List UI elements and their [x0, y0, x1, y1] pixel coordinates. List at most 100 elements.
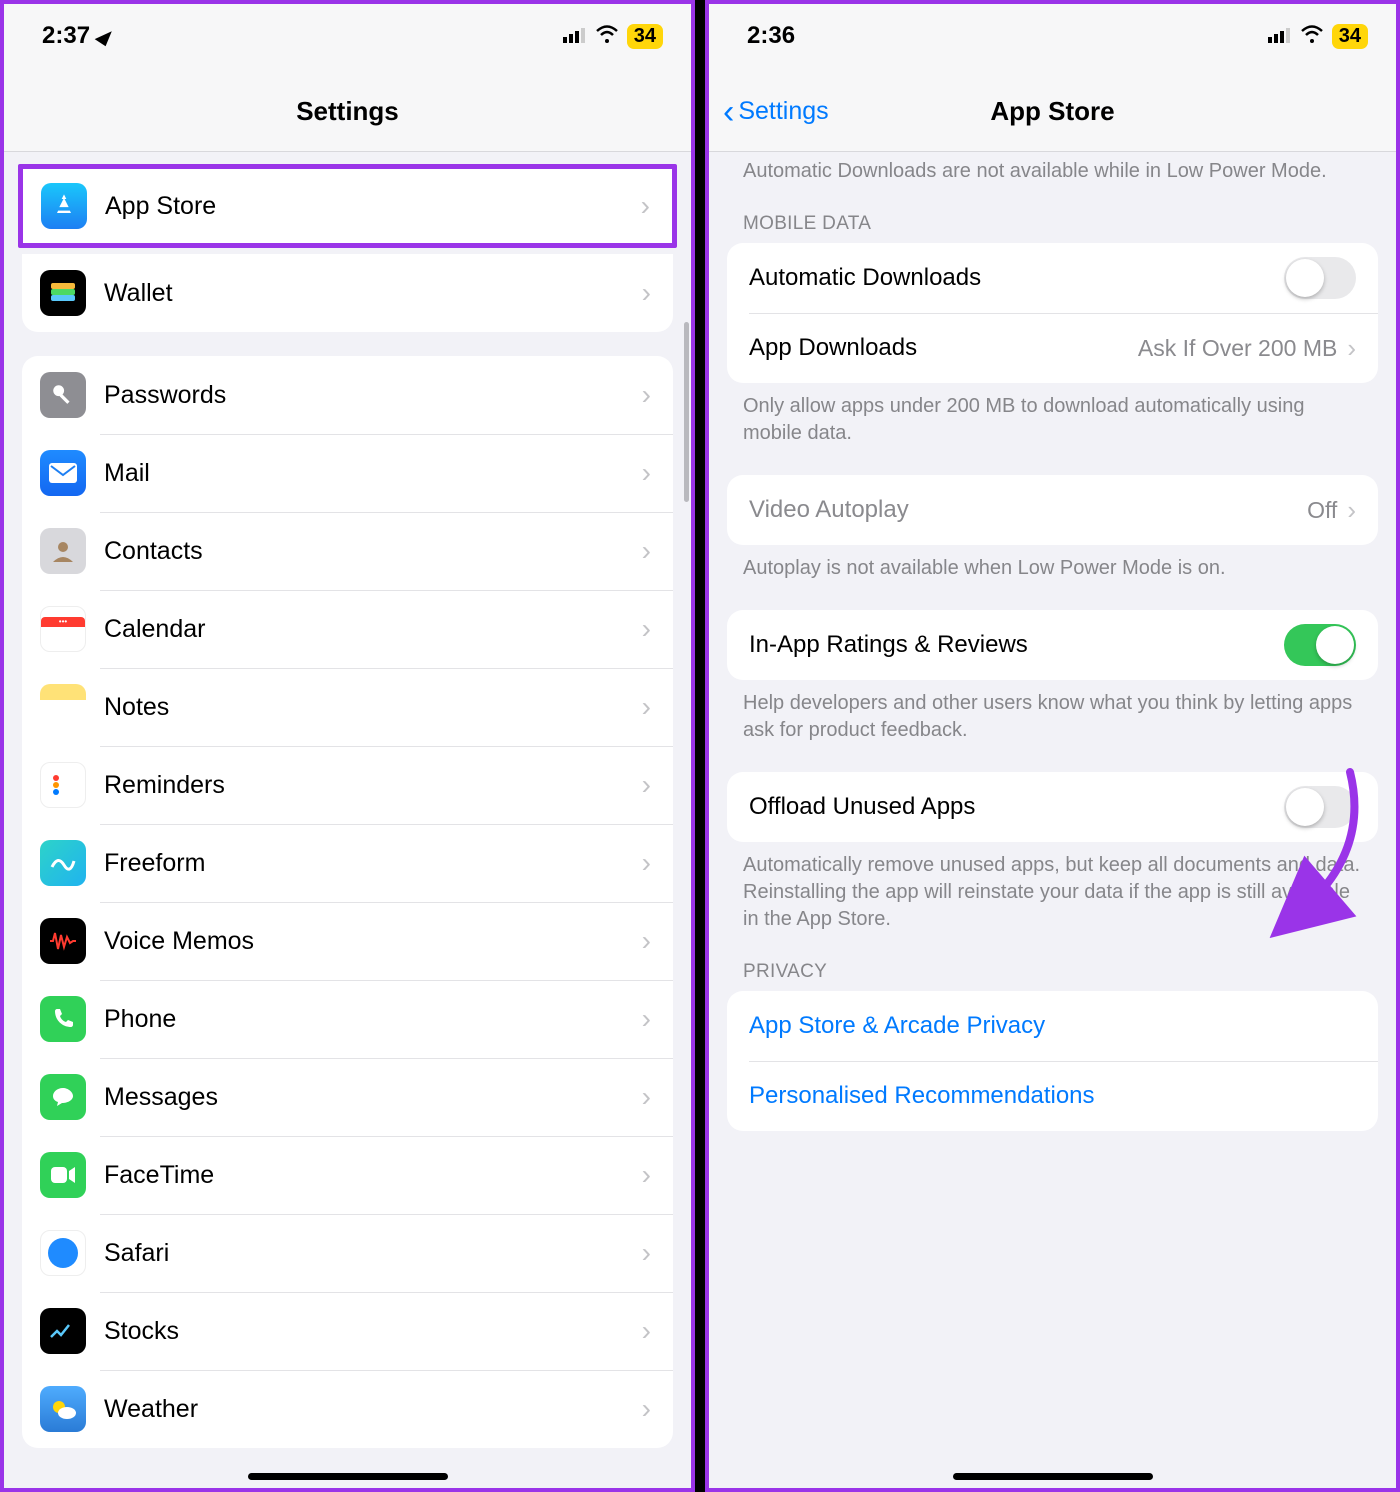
chevron-right-icon: ›: [642, 1159, 651, 1191]
right-phone-appstore-settings: 2:36 34 ‹ Settings App Store Automatic D…: [705, 0, 1400, 1492]
status-time: 2:36: [747, 22, 795, 50]
settings-row-messages[interactable]: Messages ›: [22, 1058, 673, 1136]
row-label: Voice Memos: [104, 927, 642, 956]
wallet-icon: [40, 270, 86, 316]
back-button[interactable]: ‹ Settings: [723, 95, 829, 129]
row-label: Notes: [104, 693, 642, 722]
toggle-automatic-downloads[interactable]: [1284, 257, 1356, 299]
offload-note: Automatically remove unused apps, but ke…: [705, 842, 1400, 933]
facetime-icon: [40, 1152, 86, 1198]
messages-icon: [40, 1074, 86, 1120]
chevron-right-icon: ›: [642, 847, 651, 879]
row-label: Passwords: [104, 381, 642, 410]
row-label: Safari: [104, 1239, 642, 1268]
home-indicator[interactable]: [248, 1473, 448, 1480]
row-label: App Store: [105, 192, 641, 221]
cell-label: In-App Ratings & Reviews: [749, 631, 1028, 659]
page-title: App Store: [990, 96, 1114, 127]
signal-icon: [563, 22, 587, 50]
chevron-right-icon: ›: [641, 190, 650, 222]
settings-content[interactable]: App Store › Wallet › Passwords › Mail: [0, 152, 695, 1492]
battery-indicator: 34: [627, 24, 663, 49]
toggle-offload-unused[interactable]: [1284, 786, 1356, 828]
row-label: Mail: [104, 459, 642, 488]
settings-row-reminders[interactable]: Reminders ›: [22, 746, 673, 824]
freeform-icon: [40, 840, 86, 886]
notes-icon: [40, 684, 86, 730]
settings-row-stocks[interactable]: Stocks ›: [22, 1292, 673, 1370]
calendar-icon: •••▪▪▪: [40, 606, 86, 652]
settings-row-notes[interactable]: Notes ›: [22, 668, 673, 746]
section-privacy: PRIVACY: [705, 933, 1400, 991]
row-label: Calendar: [104, 615, 642, 644]
stocks-icon: [40, 1308, 86, 1354]
settings-row-voice-memos[interactable]: Voice Memos ›: [22, 902, 673, 980]
row-label: Stocks: [104, 1317, 642, 1346]
cell-label: App Downloads: [749, 334, 917, 362]
back-label: Settings: [738, 97, 828, 126]
chevron-right-icon: ›: [642, 1393, 651, 1425]
appstore-icon: [41, 183, 87, 229]
nav-header: ‹ Settings App Store: [705, 72, 1400, 152]
row-label: Contacts: [104, 537, 642, 566]
cell-video-autoplay[interactable]: Video Autoplay Off ›: [727, 475, 1378, 545]
settings-row-contacts[interactable]: Contacts ›: [22, 512, 673, 590]
mail-icon: [40, 450, 86, 496]
nav-header: Settings: [0, 72, 695, 152]
settings-row-weather[interactable]: Weather ›: [22, 1370, 673, 1448]
appstore-settings-content[interactable]: Automatic Downloads are not available wh…: [705, 152, 1400, 1492]
settings-row-safari[interactable]: Safari ›: [22, 1214, 673, 1292]
cell-value: Off: [1307, 497, 1337, 524]
chevron-right-icon: ›: [642, 925, 651, 957]
row-label: Weather: [104, 1395, 642, 1424]
row-label: Freeform: [104, 849, 642, 878]
home-indicator[interactable]: [953, 1473, 1153, 1480]
left-phone-settings: 2:37 34 Settings App Store ›: [0, 0, 695, 1492]
safari-icon: [40, 1230, 86, 1276]
key-icon: [40, 372, 86, 418]
chevron-right-icon: ›: [1347, 333, 1356, 364]
page-title: Settings: [296, 96, 399, 127]
reminders-icon: [40, 762, 86, 808]
chevron-right-icon: ›: [642, 379, 651, 411]
cell-label: Automatic Downloads: [749, 264, 981, 292]
chevron-right-icon: ›: [642, 691, 651, 723]
status-bar: 2:37 34: [0, 0, 695, 72]
chevron-right-icon: ›: [1347, 495, 1356, 526]
cell-inapp-ratings[interactable]: In-App Ratings & Reviews: [727, 610, 1378, 680]
link-label: App Store & Arcade Privacy: [749, 1012, 1045, 1040]
cell-value: Ask If Over 200 MB: [1138, 335, 1337, 362]
cell-automatic-downloads[interactable]: Automatic Downloads: [727, 243, 1378, 313]
settings-row-passwords[interactable]: Passwords ›: [22, 356, 673, 434]
settings-row-mail[interactable]: Mail ›: [22, 434, 673, 512]
chevron-right-icon: ›: [642, 1003, 651, 1035]
chevron-left-icon: ‹: [723, 95, 734, 129]
cell-offload-unused[interactable]: Offload Unused Apps: [727, 772, 1378, 842]
screenshot-divider: [695, 0, 705, 1492]
link-label: Personalised Recommendations: [749, 1082, 1095, 1110]
toggle-inapp-ratings[interactable]: [1284, 624, 1356, 666]
settings-row-app-store[interactable]: App Store ›: [23, 169, 672, 243]
settings-row-phone[interactable]: Phone ›: [22, 980, 673, 1058]
chevron-right-icon: ›: [642, 1081, 651, 1113]
mobile-data-note: Only allow apps under 200 MB to download…: [705, 383, 1400, 447]
settings-row-wallet[interactable]: Wallet ›: [22, 254, 673, 332]
chevron-right-icon: ›: [642, 277, 651, 309]
chevron-right-icon: ›: [642, 613, 651, 645]
location-icon: [95, 26, 115, 46]
settings-row-freeform[interactable]: Freeform ›: [22, 824, 673, 902]
section-mobile-data: MOBILE DATA: [705, 185, 1400, 243]
autoplay-note: Autoplay is not available when Low Power…: [705, 545, 1400, 582]
cell-appstore-privacy[interactable]: App Store & Arcade Privacy: [727, 991, 1378, 1061]
cell-personalised-recommendations[interactable]: Personalised Recommendations: [727, 1061, 1378, 1131]
row-label: Reminders: [104, 771, 642, 800]
settings-row-calendar[interactable]: •••▪▪▪ Calendar ›: [22, 590, 673, 668]
status-bar: 2:36 34: [705, 0, 1400, 72]
cell-app-downloads[interactable]: App Downloads Ask If Over 200 MB ›: [727, 313, 1378, 383]
wifi-icon: [1300, 22, 1324, 50]
wifi-icon: [595, 22, 619, 50]
phone-icon: [40, 996, 86, 1042]
cell-label: Offload Unused Apps: [749, 793, 975, 821]
scrollbar[interactable]: [684, 322, 689, 502]
settings-row-facetime[interactable]: FaceTime ›: [22, 1136, 673, 1214]
